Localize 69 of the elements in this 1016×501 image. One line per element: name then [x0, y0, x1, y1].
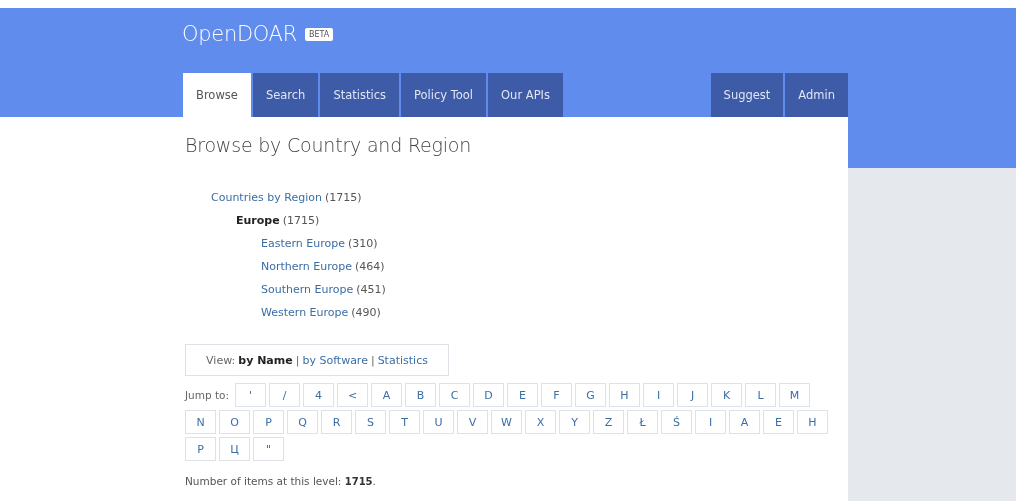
letter-button[interactable]: Е — [763, 410, 794, 434]
separator-text: | — [370, 353, 375, 367]
letter-button[interactable]: S — [355, 410, 386, 434]
view-option[interactable]: by Software — [302, 353, 368, 367]
letter-button[interactable]: A — [371, 383, 402, 407]
letter-button[interactable]: Q — [287, 410, 318, 434]
letter-button[interactable]: N — [185, 410, 216, 434]
site-logo[interactable]: OpenDOAR — [182, 22, 297, 46]
letter-button[interactable]: F — [541, 383, 572, 407]
nav-tab[interactable]: Search — [252, 73, 319, 117]
nav-tab[interactable]: Our APIs — [488, 73, 563, 117]
letter-button[interactable]: O — [219, 410, 250, 434]
beta-badge: BETA — [305, 27, 334, 41]
letter-button[interactable]: D — [473, 383, 504, 407]
letter-button[interactable]: C — [439, 383, 470, 407]
item-count: (310) — [348, 237, 378, 250]
letter-button[interactable]: / — [269, 383, 300, 407]
letter-button[interactable]: Z — [593, 410, 624, 434]
tree-link[interactable]: Western Europe — [261, 306, 349, 319]
letter-button[interactable]: H — [609, 383, 640, 407]
item-count: (1715) — [282, 214, 320, 227]
tree-link[interactable]: Eastern Europe — [261, 237, 345, 250]
item-count: (1715) — [324, 191, 362, 204]
letter-button[interactable]: Ś — [661, 410, 692, 434]
letter-button[interactable]: 4 — [303, 383, 334, 407]
nav-tab[interactable]: Policy Tool — [400, 73, 487, 117]
letter-button[interactable]: P — [253, 410, 284, 434]
letter-button[interactable]: K — [711, 383, 742, 407]
letter-button[interactable]: R — [321, 410, 352, 434]
item-count: (464) — [355, 260, 385, 273]
letter-button[interactable]: Ł — [627, 410, 658, 434]
letter-button[interactable]: " — [253, 437, 284, 461]
letter-button[interactable]: J — [677, 383, 708, 407]
view-option: by Name — [238, 353, 293, 367]
jump-label: Jump to: — [185, 389, 231, 401]
nav-tab[interactable]: Statistics — [320, 73, 399, 117]
letter-button[interactable]: I — [643, 383, 674, 407]
letter-button[interactable]: І — [695, 410, 726, 434]
letter-button[interactable]: L — [745, 383, 776, 407]
letter-button[interactable]: Н — [797, 410, 828, 434]
letter-button[interactable]: M — [779, 383, 810, 407]
letter-button[interactable]: B — [405, 383, 436, 407]
tree-link[interactable]: Northern Europe — [261, 260, 352, 273]
item-count: (490) — [351, 306, 381, 319]
tree-item: Europe — [236, 214, 280, 227]
nav-tab[interactable]: Browse — [183, 73, 251, 117]
letter-button[interactable]: T — [389, 410, 420, 434]
letter-button[interactable]: V — [457, 410, 488, 434]
separator-text: | — [295, 353, 300, 367]
letter-button[interactable]: Ц — [219, 437, 250, 461]
letter-button[interactable]: W — [491, 410, 522, 434]
letter-button[interactable]: Р — [185, 437, 216, 461]
item-count: (451) — [356, 283, 386, 296]
letter-button[interactable]: Y — [559, 410, 590, 434]
nav-tab[interactable]: Admin — [785, 73, 848, 117]
letter-button[interactable]: G — [575, 383, 606, 407]
letter-button[interactable]: E — [507, 383, 538, 407]
letter-button[interactable]: ' — [235, 383, 266, 407]
tree-link[interactable]: Countries by Region — [211, 191, 322, 204]
view-option[interactable]: Statistics — [377, 353, 428, 367]
letter-button[interactable]: X — [525, 410, 556, 434]
letter-button[interactable]: А — [729, 410, 760, 434]
letter-button[interactable]: U — [423, 410, 454, 434]
item-count-text: Number of items at this level: 1715. — [185, 475, 377, 487]
view-label: View: — [206, 353, 236, 367]
page-heading: Browse by Country and Region — [185, 134, 473, 156]
tree-link[interactable]: Southern Europe — [261, 283, 354, 296]
letter-button[interactable]: < — [337, 383, 368, 407]
nav-tab[interactable]: Suggest — [710, 73, 784, 117]
